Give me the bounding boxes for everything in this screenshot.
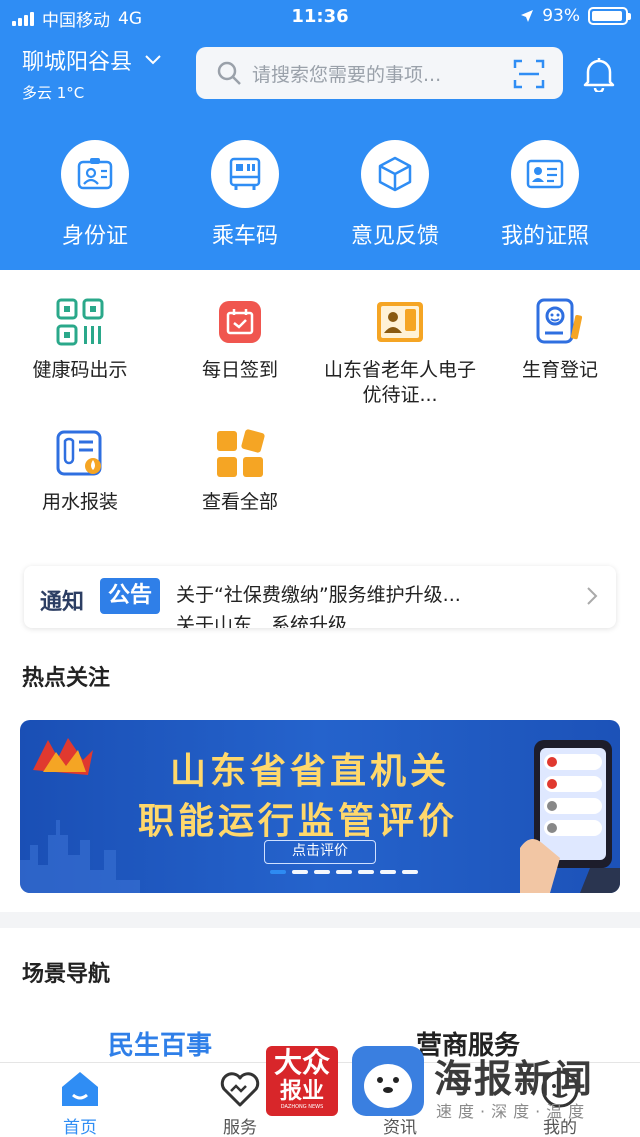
pager-dot[interactable] xyxy=(270,870,286,874)
license-icon xyxy=(511,140,579,208)
pager-dot[interactable] xyxy=(402,870,418,874)
tab-minsheng[interactable]: 民生百事 xyxy=(108,1025,212,1062)
notice-next-text: 关于山东…系统升级… xyxy=(176,614,367,628)
battery-icon xyxy=(588,7,631,25)
service-label: 每日签到 xyxy=(201,359,278,381)
logo-text-2: 报业 xyxy=(279,1079,324,1104)
birth-registration-icon xyxy=(534,296,586,348)
scene-nav-title: 场景导航 xyxy=(22,962,111,987)
battery-fill xyxy=(592,11,622,21)
announcement-tag: 公告 xyxy=(100,578,161,614)
banner-headline-1: 山东省省直机关 xyxy=(170,750,451,792)
location-arrow-icon xyxy=(521,10,534,22)
water-install-icon xyxy=(54,428,106,480)
service-label: 生育登记 xyxy=(521,359,598,381)
scan-icon[interactable] xyxy=(513,59,545,89)
status-right: 93% xyxy=(520,6,631,26)
banner-headline-2: 职能运行监管评价 xyxy=(138,800,459,842)
battery-percent: 93% xyxy=(542,6,580,26)
search-input[interactable]: 请搜索您需要的事项... xyxy=(196,47,563,99)
status-bar: 中国移动 4G 11:36 93% xyxy=(0,0,640,34)
shortcut-license[interactable]: 我的证照 xyxy=(470,140,620,250)
service-label: 健康码出示 xyxy=(32,359,128,381)
pager-dot[interactable] xyxy=(380,870,396,874)
service-view-all[interactable]: 查看全部 xyxy=(160,428,320,515)
promo-banner[interactable]: 山东省省直机关 职能运行监管评价 点击评价 xyxy=(20,720,620,893)
logo-text-3: DAZHONG NEWS xyxy=(280,1104,324,1110)
qr-code-icon xyxy=(54,296,106,348)
dazhong-logo: 大众 报业 DAZHONG NEWS xyxy=(266,1046,338,1116)
bus-code-icon xyxy=(211,140,279,208)
logo-text-1: 大众 xyxy=(273,1046,330,1079)
shortcut-feedback[interactable]: 意见反馈 xyxy=(320,140,470,250)
service-health-code[interactable]: 健康码出示 xyxy=(0,296,160,383)
elder-card-icon xyxy=(374,296,426,348)
banner-pager xyxy=(270,870,418,874)
shortcut-label: 乘车码 xyxy=(211,224,278,249)
emblem-icon xyxy=(33,738,93,775)
section-divider xyxy=(0,912,640,928)
service-label: 查看全部 xyxy=(201,491,278,513)
chevron-right-icon[interactable] xyxy=(586,586,598,606)
id-card-icon xyxy=(61,140,129,208)
chevron-down-icon xyxy=(145,55,161,65)
notice-text[interactable]: 关于“社保费缴纳”服务维护升级... xyxy=(176,580,576,607)
hot-topics-title: 热点关注 xyxy=(22,666,111,691)
shortcut-id-card[interactable]: 身份证 xyxy=(20,140,170,250)
watermark: 大众 报业 DAZHONG NEWS 海报新闻 速度·深度·温度 xyxy=(266,1046,626,1121)
pager-dot[interactable] xyxy=(314,870,330,874)
search-icon xyxy=(217,61,241,85)
service-birth-registration[interactable]: 生育登记 xyxy=(480,296,640,383)
shortcut-bus-code[interactable]: 乘车码 xyxy=(170,140,320,250)
header: 中国移动 4G 11:36 93% 聊城阳谷县 多云 1°C 请搜索您需要的事项… xyxy=(0,0,640,270)
rate-button[interactable]: 点击评价 xyxy=(264,840,376,864)
bell-icon[interactable] xyxy=(582,56,616,92)
all-services-icon xyxy=(214,428,266,480)
service-water-install[interactable]: 用水报装 xyxy=(0,428,160,515)
pager-dot[interactable] xyxy=(292,870,308,874)
service-label: 用水报装 xyxy=(41,491,118,513)
city-row[interactable]: 聊城阳谷县 xyxy=(22,44,162,76)
pager-dot[interactable] xyxy=(358,870,374,874)
calendar-checkin-icon xyxy=(214,296,266,348)
watermark-title: 海报新闻 xyxy=(434,1057,595,1101)
city-skyline-icon xyxy=(20,820,140,893)
feedback-cube-icon xyxy=(361,140,429,208)
nav-label: 首页 xyxy=(63,1118,97,1137)
weather-text: 多云 1°C xyxy=(22,84,85,102)
home-icon xyxy=(0,1067,160,1111)
notice-tag: 通知 xyxy=(40,590,85,615)
service-label: 山东省老年人电子优待证... xyxy=(323,359,476,406)
shortcut-label: 意见反馈 xyxy=(350,224,439,249)
service-elder-card[interactable]: 山东省老年人电子优待证... xyxy=(320,296,480,408)
city-name: 聊城阳谷县 xyxy=(22,50,133,75)
phone-rating-illustration xyxy=(520,740,620,893)
location-selector[interactable]: 聊城阳谷县 多云 1°C xyxy=(22,44,162,103)
search-placeholder: 请搜索您需要的事项... xyxy=(252,63,442,86)
shortcut-label: 我的证照 xyxy=(500,224,589,249)
notice-bar[interactable]: 通知 公告 关于“社保费缴纳”服务维护升级... 关于山东…系统升级… xyxy=(24,566,616,628)
pager-dot[interactable] xyxy=(336,870,352,874)
shortcut-label: 身份证 xyxy=(61,224,128,249)
seal-logo-icon xyxy=(352,1046,424,1116)
nav-home[interactable]: 首页 xyxy=(0,1067,160,1137)
watermark-subtitle: 速度·深度·温度 xyxy=(436,1102,591,1121)
service-daily-checkin[interactable]: 每日签到 xyxy=(160,296,320,383)
